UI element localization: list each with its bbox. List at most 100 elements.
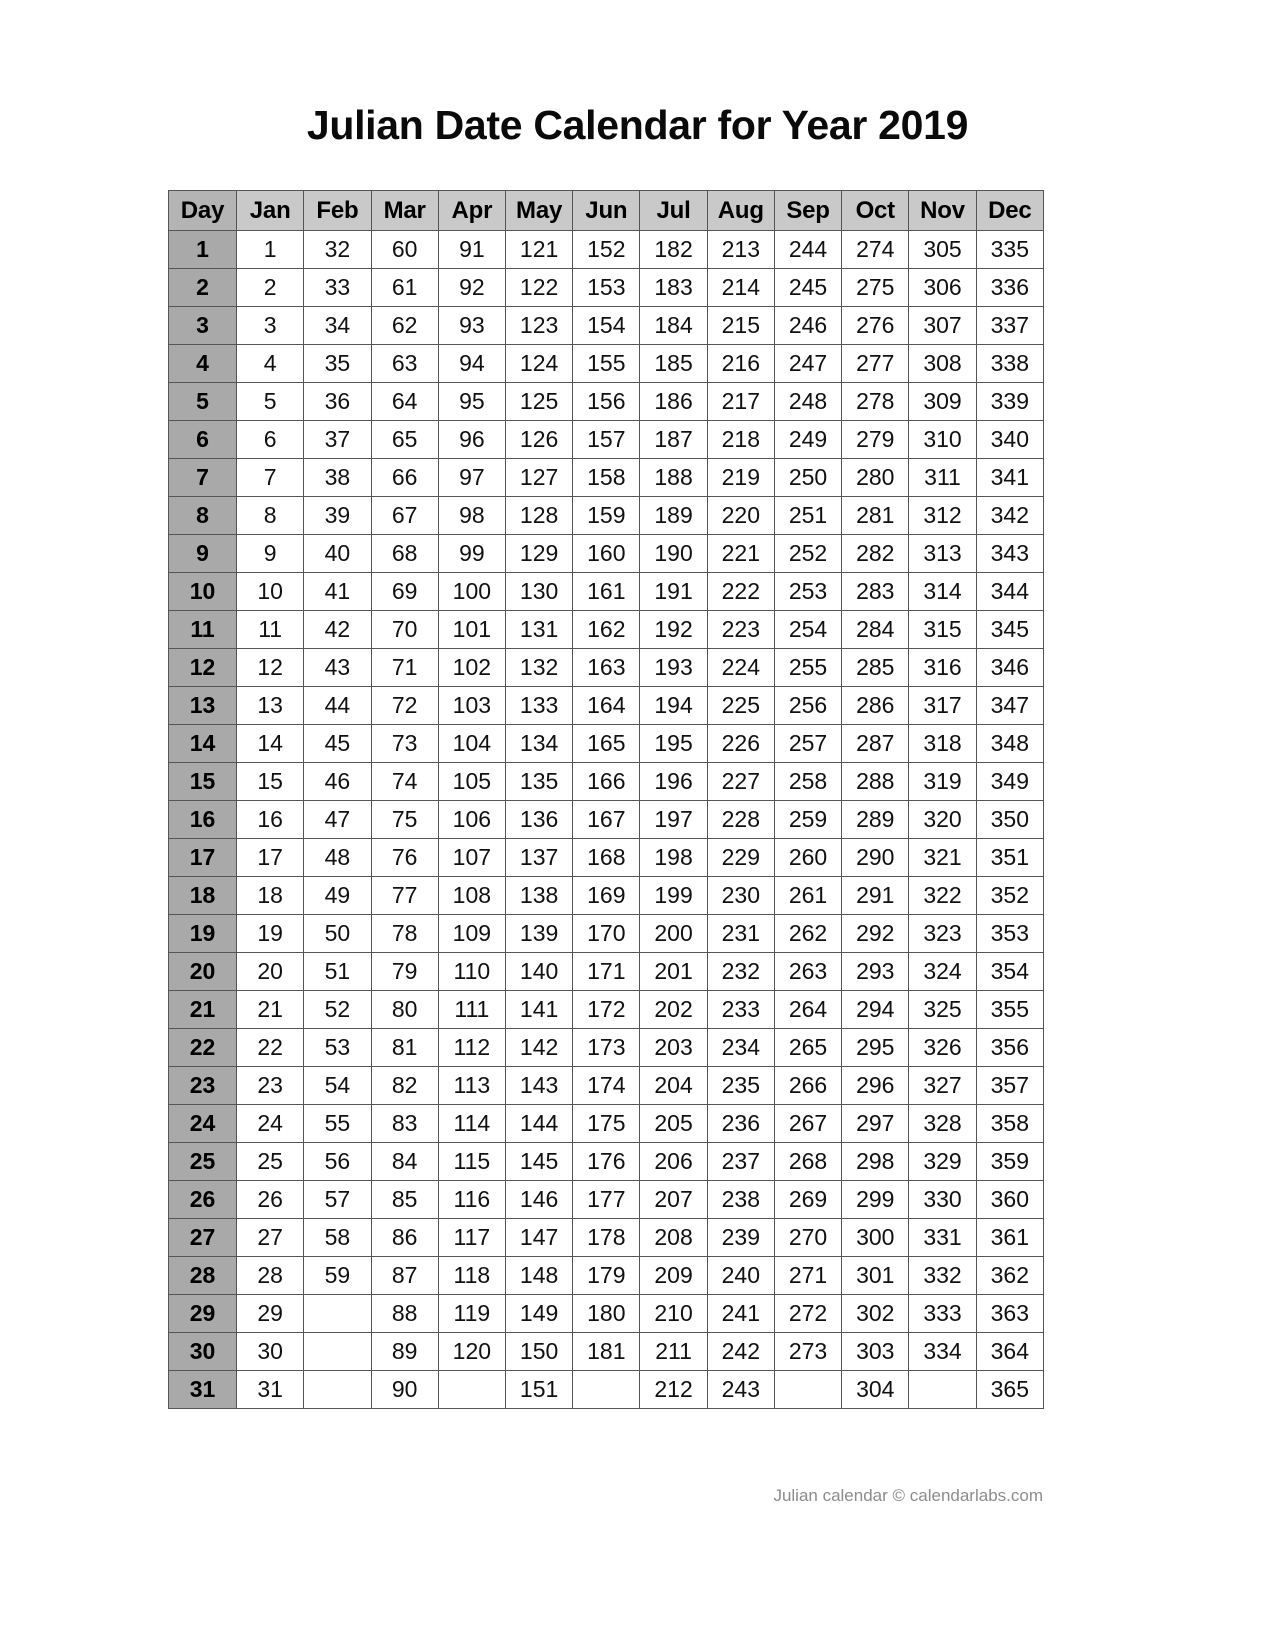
julian-calendar-page: Julian Date Calendar for Year 2019 Day Ja… <box>0 0 1275 1650</box>
julian-day-cell-jul: 201 <box>639 952 708 991</box>
julian-day-cell-jul: 192 <box>639 610 708 649</box>
julian-day-cell-nov: 322 <box>908 876 977 915</box>
julian-day-cell-apr: 99 <box>437 534 506 573</box>
julian-day-cell-mar: 86 <box>370 1218 439 1257</box>
julian-day-cell-may: 148 <box>504 1256 574 1295</box>
day-number-cell: 17 <box>167 838 238 877</box>
julian-day-cell-apr: 98 <box>437 496 506 535</box>
julian-day-cell-jun: 161 <box>572 572 641 611</box>
julian-day-cell-dec: 354 <box>975 952 1045 991</box>
julian-day-cell-dec: 348 <box>975 724 1045 763</box>
day-number-cell: 19 <box>167 914 238 953</box>
table-row: 28 28 59 87 118 148 179 209 240 271 301 332 362 <box>167 1256 1045 1295</box>
julian-day-cell-may: 130 <box>504 572 574 611</box>
table-row: 12 12 43 71 102 132 163 193 224 255 285 316 346 <box>167 648 1045 687</box>
julian-day-cell-oct: 290 <box>841 838 910 877</box>
column-header-dec: Dec <box>975 190 1045 231</box>
julian-day-cell-apr: 91 <box>437 230 506 269</box>
julian-day-cell-oct: 287 <box>841 724 910 763</box>
julian-day-cell-jul: 190 <box>639 534 708 573</box>
day-number-cell: 23 <box>167 1066 238 1105</box>
julian-day-cell-dec: 349 <box>975 762 1045 801</box>
julian-day-cell-aug: 219 <box>706 458 775 497</box>
day-number-cell: 9 <box>167 534 238 573</box>
table-row: 16 16 47 75 106 136 167 197 228 259 289 320 350 <box>167 800 1045 839</box>
julian-day-cell-jun: 164 <box>572 686 641 725</box>
julian-day-cell-sep: 264 <box>773 990 843 1029</box>
julian-day-cell-dec: 361 <box>975 1218 1045 1257</box>
day-number-cell: 31 <box>167 1370 238 1409</box>
julian-day-cell-sep: 263 <box>773 952 843 991</box>
julian-day-cell-aug: 234 <box>706 1028 775 1067</box>
julian-day-cell-nov: 310 <box>908 420 977 459</box>
julian-day-cell-dec: 355 <box>975 990 1045 1029</box>
julian-day-cell-nov: 326 <box>908 1028 977 1067</box>
table-row: 18 18 49 77 108 138 169 199 230 261 291 322 352 <box>167 876 1045 915</box>
julian-day-cell-aug: 222 <box>706 572 775 611</box>
julian-day-cell-feb: 51 <box>303 952 372 991</box>
julian-day-cell-dec: 365 <box>975 1370 1045 1409</box>
julian-day-cell-apr <box>437 1370 506 1409</box>
julian-day-cell-aug: 240 <box>706 1256 775 1295</box>
julian-day-cell-mar: 74 <box>370 762 439 801</box>
julian-day-cell-dec: 345 <box>975 610 1045 649</box>
julian-day-cell-jul: 206 <box>639 1142 708 1181</box>
julian-day-cell-oct: 284 <box>841 610 910 649</box>
julian-day-cell-jun: 163 <box>572 648 641 687</box>
julian-day-cell-jul: 188 <box>639 458 708 497</box>
julian-day-cell-apr: 93 <box>437 306 506 345</box>
table-row: 9 9 40 68 99 129 160 190 221 252 282 313 343 <box>167 534 1045 573</box>
julian-day-cell-may: 145 <box>504 1142 574 1181</box>
julian-day-cell-mar: 77 <box>370 876 439 915</box>
julian-day-cell-jun: 176 <box>572 1142 641 1181</box>
julian-day-cell-dec: 339 <box>975 382 1045 421</box>
julian-day-cell-feb: 53 <box>303 1028 372 1067</box>
julian-day-cell-feb: 36 <box>303 382 372 421</box>
julian-day-cell-jul: 194 <box>639 686 708 725</box>
julian-day-cell-sep: 246 <box>773 306 843 345</box>
julian-day-cell-nov: 307 <box>908 306 977 345</box>
julian-day-cell-aug: 226 <box>706 724 775 763</box>
day-number-cell: 18 <box>167 876 238 915</box>
column-header-feb: Feb <box>303 190 372 231</box>
column-header-jan: Jan <box>236 190 305 231</box>
julian-day-cell-oct: 279 <box>841 420 910 459</box>
julian-day-cell-jul: 212 <box>639 1370 708 1409</box>
julian-day-cell-oct: 274 <box>841 230 910 269</box>
julian-day-cell-oct: 281 <box>841 496 910 535</box>
footer-credit: Julian calendar © calendarlabs.com <box>773 1486 1043 1505</box>
julian-day-cell-apr: 94 <box>437 344 506 383</box>
julian-day-cell-oct: 285 <box>841 648 910 687</box>
julian-day-cell-mar: 83 <box>370 1104 439 1143</box>
julian-day-cell-jan: 18 <box>236 876 305 915</box>
day-number-cell: 15 <box>167 762 238 801</box>
julian-day-cell-jan: 9 <box>236 534 305 573</box>
julian-day-cell-mar: 88 <box>370 1294 439 1333</box>
julian-day-cell-sep: 258 <box>773 762 843 801</box>
table-row: 22 22 53 81 112 142 173 203 234 265 295 326 356 <box>167 1028 1045 1067</box>
julian-day-cell-feb: 58 <box>303 1218 372 1257</box>
julian-day-cell-nov: 314 <box>908 572 977 611</box>
julian-date-table: Day Jan Feb Mar Apr May Jun Jul Aug Sep Oct Nov Dec … <box>167 190 1045 1409</box>
julian-day-cell-sep: 273 <box>773 1332 843 1371</box>
julian-day-cell-nov: 330 <box>908 1180 977 1219</box>
table-row: 15 15 46 74 105 135 166 196 227 258 288 319 349 <box>167 762 1045 801</box>
julian-day-cell-aug: 233 <box>706 990 775 1029</box>
julian-day-cell-apr: 107 <box>437 838 506 877</box>
julian-day-cell-aug: 237 <box>706 1142 775 1181</box>
julian-day-cell-mar: 60 <box>370 230 439 269</box>
julian-day-cell-may: 137 <box>504 838 574 877</box>
julian-day-cell-aug: 243 <box>706 1370 775 1409</box>
julian-day-cell-jul: 208 <box>639 1218 708 1257</box>
julian-day-cell-mar: 68 <box>370 534 439 573</box>
julian-day-cell-aug: 235 <box>706 1066 775 1105</box>
julian-day-cell-jun <box>572 1370 641 1409</box>
column-header-mar: Mar <box>370 190 439 231</box>
day-number-cell: 20 <box>167 952 238 991</box>
julian-day-cell-may: 126 <box>504 420 574 459</box>
julian-day-cell-jul: 183 <box>639 268 708 307</box>
julian-day-cell-jun: 157 <box>572 420 641 459</box>
table-header-row: Day Jan Feb Mar Apr May Jun Jul Aug Sep Oct Nov Dec <box>167 190 1045 231</box>
table-row: 4 4 35 63 94 124 155 185 216 247 277 308 338 <box>167 344 1045 383</box>
julian-day-cell-oct: 304 <box>841 1370 910 1409</box>
